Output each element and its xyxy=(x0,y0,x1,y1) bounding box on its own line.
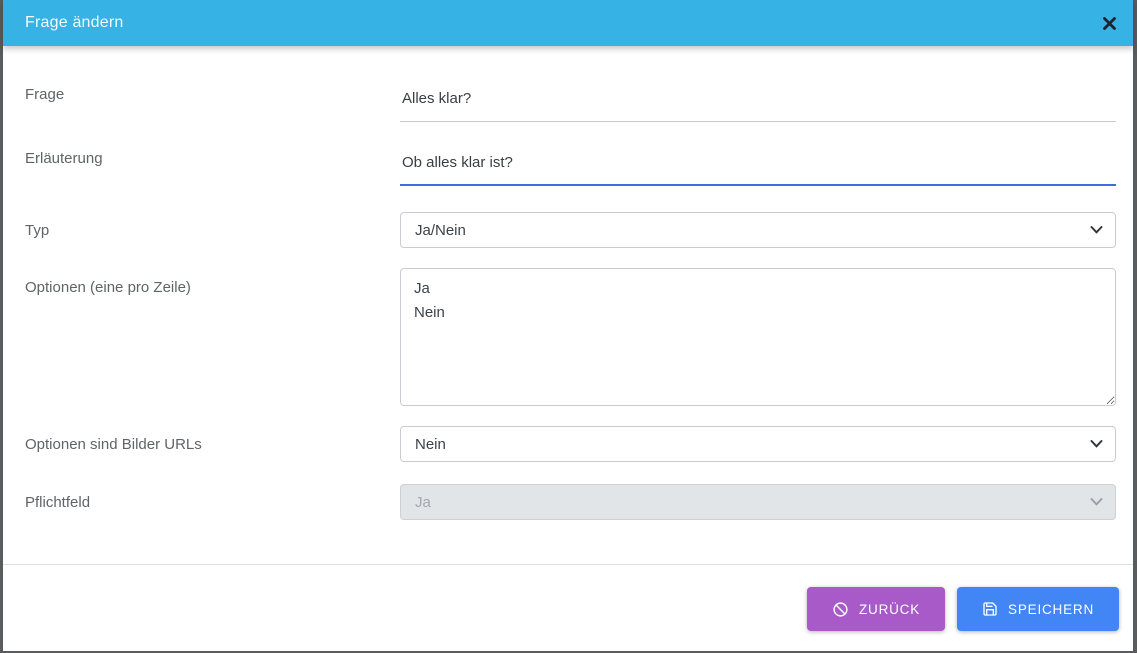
form-row-erlaeuterung: Erläuterung xyxy=(3,146,1133,186)
save-button-label: SPEICHERN xyxy=(1008,601,1094,617)
save-button[interactable]: SPEICHERN xyxy=(957,587,1119,631)
back-button[interactable]: ZURÜCK xyxy=(806,587,946,631)
field-label: Typ xyxy=(25,221,50,239)
field-label: Pflichtfeld xyxy=(25,493,91,511)
dialog-footer: ZURÜCK SPEICHERN xyxy=(3,567,1133,651)
image-urls-select[interactable]: Nein xyxy=(400,426,1116,462)
image-urls-select-value: Nein xyxy=(415,435,446,453)
dialog-header: Frage ändern xyxy=(3,0,1133,46)
save-icon xyxy=(982,601,998,617)
explanation-input[interactable] xyxy=(400,146,1116,186)
ban-icon xyxy=(832,601,849,618)
form-row-typ: Typ Ja/Nein xyxy=(3,212,1133,248)
footer-divider xyxy=(3,564,1133,565)
field-label: Optionen (eine pro Zeile) xyxy=(25,279,191,296)
dialog: Frage ändern Frage Erläuterung Typ xyxy=(3,0,1133,651)
form-row-optionen: Optionen (eine pro Zeile) Ja Nein xyxy=(3,268,1133,406)
chevron-down-icon xyxy=(1090,498,1103,507)
field-label: Erläuterung xyxy=(25,150,103,167)
required-select: Ja xyxy=(400,484,1116,520)
close-icon xyxy=(1102,16,1117,31)
required-select-value: Ja xyxy=(415,493,431,511)
form-row-frage: Frage xyxy=(3,82,1133,122)
options-textarea[interactable]: Ja Nein xyxy=(400,268,1116,406)
field-label: Frage xyxy=(25,86,65,103)
field-label: Optionen sind Bilder URLs xyxy=(25,435,202,453)
back-button-label: ZURÜCK xyxy=(858,601,921,617)
question-input[interactable] xyxy=(400,82,1116,122)
type-select-value: Ja/Nein xyxy=(415,221,466,239)
chevron-down-icon xyxy=(1090,440,1103,449)
chevron-down-icon xyxy=(1090,226,1103,235)
close-button[interactable] xyxy=(1095,9,1123,37)
dialog-body: Frage Erläuterung Typ Ja/Nein xyxy=(3,46,1133,567)
form-row-pflichtfeld: Pflichtfeld Ja xyxy=(3,484,1133,520)
form-row-bilder-urls: Optionen sind Bilder URLs Nein xyxy=(3,426,1133,462)
dialog-title: Frage ändern xyxy=(25,14,124,31)
type-select[interactable]: Ja/Nein xyxy=(400,212,1116,248)
